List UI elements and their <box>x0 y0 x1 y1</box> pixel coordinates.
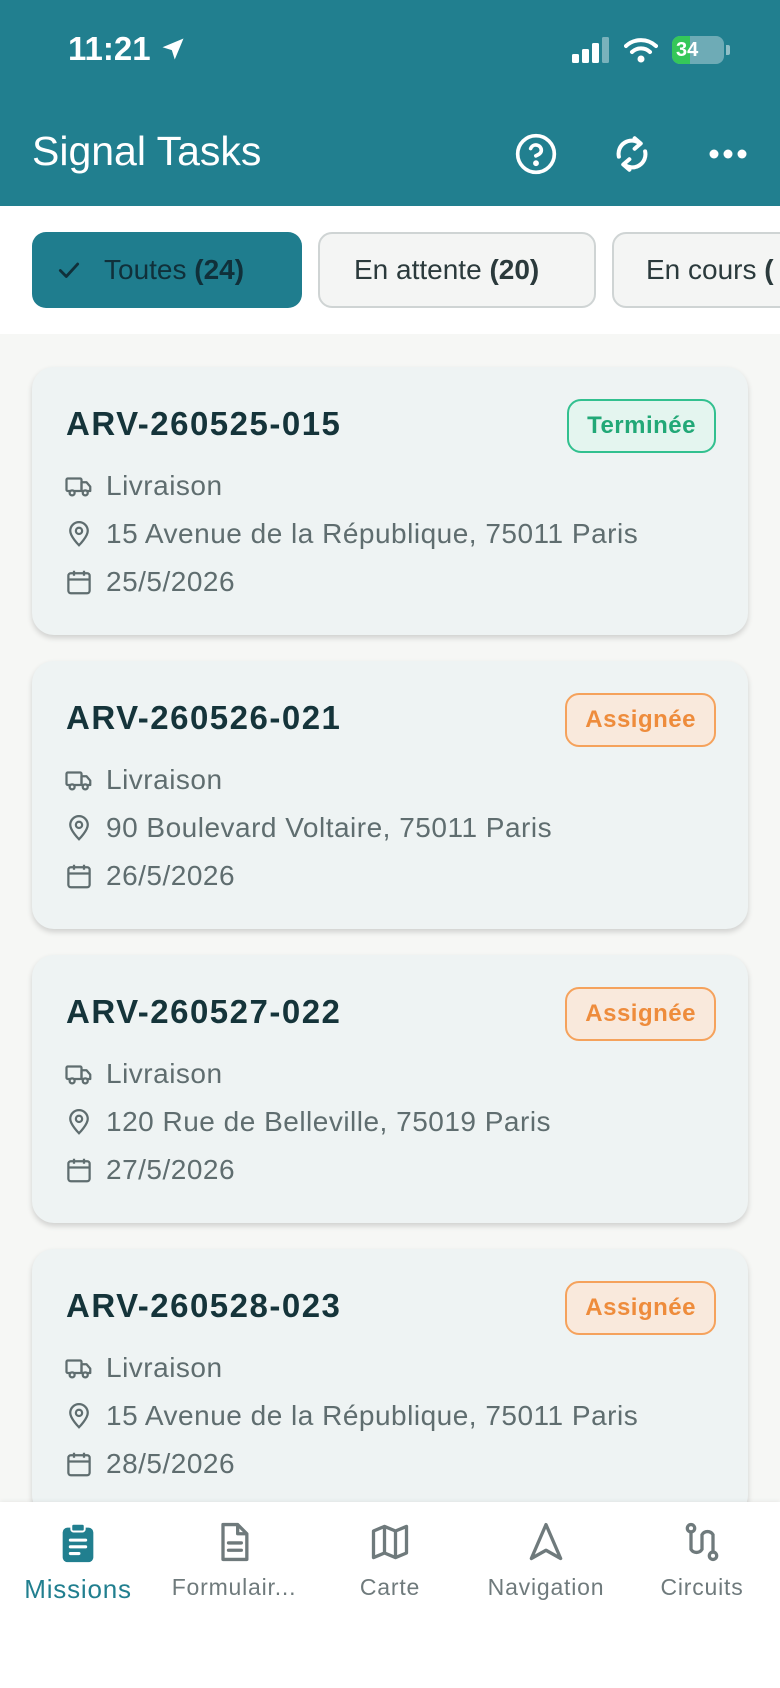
filter-chip-label: En cours <box>646 254 757 285</box>
status-badge: Assignée <box>565 1281 716 1335</box>
wifi-icon <box>624 38 658 63</box>
mission-address: 90 Boulevard Voltaire, 75011 Paris <box>106 812 553 843</box>
filter-chip-label: En attente <box>354 254 482 285</box>
document-icon <box>221 1522 249 1562</box>
mission-card[interactable]: ARV-260528-023 Assignée Livraison 15 Ave… <box>32 1249 748 1502</box>
mission-id: ARV-260526-021 <box>66 699 342 736</box>
nav-label: Formulair... <box>171 1574 297 1600</box>
mission-type-row: Livraison <box>64 1058 223 1090</box>
mission-address: 15 Avenue de la République, 75011 Paris <box>106 518 639 549</box>
mission-type-row: Livraison <box>64 1352 223 1384</box>
filter-chip-count: (20) <box>489 254 540 285</box>
status-badge: Assignée <box>565 693 716 747</box>
mission-card[interactable]: ARV-260527-022 Assignée Livraison 120 Ru… <box>32 955 748 1223</box>
battery-indicator: 34 <box>672 36 730 64</box>
nav-label: Navigation <box>487 1574 605 1600</box>
nav-item-missions[interactable]: Missions <box>0 1520 156 1605</box>
nav-label: Carte <box>359 1574 421 1600</box>
mission-address-row: 120 Rue de Belleville, 75019 Paris <box>64 1106 551 1138</box>
nav-item-circuits[interactable]: Circuits <box>624 1520 780 1601</box>
mission-type: Livraison <box>106 470 223 501</box>
filter-chip-in-progress[interactable]: En cours ( <box>612 232 780 308</box>
status-indicators: 34 <box>572 36 730 64</box>
mission-type: Livraison <box>106 764 223 795</box>
battery-percent: 34 <box>676 38 699 61</box>
truck-icon <box>65 477 92 497</box>
nav-label: Missions <box>24 1574 132 1604</box>
bottom-nav: Missions Formulair... Carte Navigation C… <box>0 1502 780 1688</box>
calendar-icon <box>67 864 91 889</box>
mission-date-row: 26/5/2026 <box>64 860 235 892</box>
more-horizontal-icon <box>709 149 747 159</box>
mission-date-row: 27/5/2026 <box>64 1154 235 1186</box>
navigation-arrow-icon <box>529 1522 563 1561</box>
time-text: 11:21 <box>68 30 151 67</box>
refresh-icon <box>616 136 648 172</box>
mission-address-row: 90 Boulevard Voltaire, 75011 Paris <box>64 812 552 844</box>
nav-item-navigation[interactable]: Navigation <box>468 1520 624 1601</box>
calendar-icon <box>67 1452 91 1477</box>
filter-chip-label: Toutes <box>104 254 187 285</box>
nav-item-forms[interactable]: Formulair... <box>156 1520 312 1601</box>
nav-item-map[interactable]: Carte <box>312 1520 468 1601</box>
truck-icon <box>65 1359 92 1379</box>
mission-date: 25/5/2026 <box>106 566 236 597</box>
mission-address: 120 Rue de Belleville, 75019 Paris <box>106 1106 552 1137</box>
mission-id: ARV-260525-015 <box>66 405 342 442</box>
mission-type: Livraison <box>106 1058 223 1089</box>
mission-address: 15 Avenue de la République, 75011 Paris <box>106 1400 639 1431</box>
filter-chip-count: ( <box>764 254 774 285</box>
mission-address-row: 15 Avenue de la République, 75011 Paris <box>64 518 638 550</box>
help-circle-icon <box>515 133 557 175</box>
truck-icon <box>65 1065 92 1085</box>
status-bar: 11:21 34 <box>0 0 780 100</box>
mission-date: 27/5/2026 <box>106 1154 236 1185</box>
mission-type: Livraison <box>106 1352 223 1383</box>
status-badge: Terminée <box>567 399 716 453</box>
location-arrow-icon <box>162 38 184 60</box>
cellular-signal-icon <box>572 37 609 63</box>
map-pin-icon <box>69 815 89 841</box>
mission-card[interactable]: ARV-260525-015 Terminée Livraison 15 Ave… <box>32 367 748 635</box>
status-badge: Assignée <box>565 987 716 1041</box>
calendar-icon <box>67 570 91 595</box>
calendar-icon <box>67 1158 91 1183</box>
filter-chip-pending[interactable]: En attente (20) <box>318 232 596 308</box>
truck-icon <box>65 771 92 791</box>
mission-card[interactable]: ARV-260526-021 Assignée Livraison 90 Bou… <box>32 661 748 929</box>
refresh-button[interactable] <box>600 122 664 186</box>
missions-list: ARV-260525-015 Terminée Livraison 15 Ave… <box>0 334 780 1502</box>
map-pin-icon <box>69 521 89 547</box>
more-button[interactable] <box>696 122 760 186</box>
mission-date: 28/5/2026 <box>106 1448 236 1479</box>
mission-address-row: 15 Avenue de la République, 75011 Paris <box>64 1400 638 1432</box>
filter-chip-count: (24) <box>194 254 245 285</box>
nav-label: Circuits <box>660 1574 744 1600</box>
app-bar: Signal Tasks <box>0 100 780 206</box>
map-pin-icon <box>69 1109 89 1135</box>
check-icon <box>58 262 80 278</box>
app-title: Signal Tasks <box>32 128 262 174</box>
mission-type-row: Livraison <box>64 764 223 796</box>
mission-type-row: Livraison <box>64 470 223 502</box>
mission-id: ARV-260528-023 <box>66 1287 342 1324</box>
mission-id: ARV-260527-022 <box>66 993 342 1030</box>
map-icon <box>371 1524 409 1560</box>
help-button[interactable] <box>504 122 568 186</box>
mission-date-row: 25/5/2026 <box>64 566 235 598</box>
filter-bar: Toutes (24) En attente (20) En cours ( <box>0 206 780 334</box>
filter-chip-all[interactable]: Toutes (24) <box>32 232 302 308</box>
mission-date-row: 28/5/2026 <box>64 1448 235 1480</box>
route-icon <box>685 1522 719 1562</box>
status-time: 11:21 <box>68 30 187 68</box>
clipboard-icon <box>62 1522 94 1563</box>
mission-date: 26/5/2026 <box>106 860 236 891</box>
map-pin-icon <box>69 1403 89 1429</box>
